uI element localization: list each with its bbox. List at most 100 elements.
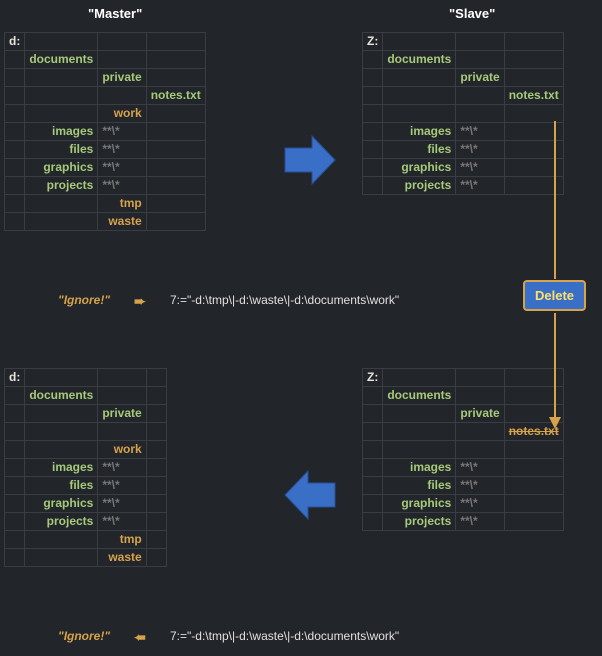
sub-cell: private bbox=[456, 69, 504, 87]
folder-cell: files bbox=[25, 477, 98, 495]
arrow-left-icon bbox=[280, 465, 340, 525]
folder-cell bbox=[383, 87, 456, 105]
file-cell bbox=[146, 159, 205, 177]
file-cell: notes.txt bbox=[146, 87, 205, 105]
file-cell bbox=[504, 105, 563, 123]
folder-cell bbox=[25, 105, 98, 123]
tree-slave-top: Z:documentsprivatenotes.txtimages**\*fil… bbox=[362, 32, 564, 195]
file-cell bbox=[504, 495, 563, 513]
file-cell bbox=[146, 495, 166, 513]
folder-cell bbox=[383, 441, 456, 459]
file-cell bbox=[146, 141, 205, 159]
folder-cell bbox=[383, 105, 456, 123]
file-cell bbox=[504, 51, 563, 69]
folder-cell: graphics bbox=[383, 159, 456, 177]
folder-cell bbox=[25, 213, 98, 231]
master-header: "Master" bbox=[88, 6, 142, 21]
folder-cell: projects bbox=[383, 513, 456, 531]
sub-cell: work bbox=[98, 105, 146, 123]
file-cell bbox=[504, 477, 563, 495]
file-cell bbox=[504, 441, 563, 459]
folder-cell: documents bbox=[25, 387, 98, 405]
folder-cell bbox=[25, 549, 98, 567]
folder-cell bbox=[383, 423, 456, 441]
file-cell bbox=[146, 177, 205, 195]
folder-cell bbox=[25, 405, 98, 423]
sub-cell: waste bbox=[98, 213, 146, 231]
ignore-label-1: "Ignore!" bbox=[58, 293, 110, 307]
sub-cell: work bbox=[98, 441, 146, 459]
sub-cell: **\* bbox=[98, 123, 146, 141]
folder-cell bbox=[25, 69, 98, 87]
folder-cell bbox=[25, 531, 98, 549]
drive-cell: d: bbox=[5, 33, 25, 51]
folder-cell: graphics bbox=[25, 159, 98, 177]
sub-cell bbox=[98, 51, 146, 69]
file-cell bbox=[146, 405, 166, 423]
file-cell bbox=[146, 423, 166, 441]
drive-cell: Z: bbox=[363, 33, 383, 51]
file-cell bbox=[504, 513, 563, 531]
arrow-down-bot-icon bbox=[548, 313, 562, 431]
sub-cell: **\* bbox=[98, 495, 146, 513]
ignore-rule-2: 7:="-d:\tmp\|-d:\waste\|-d:\documents\wo… bbox=[170, 629, 399, 643]
ignore-arrow-2-icon: ➨ bbox=[134, 629, 146, 646]
sub-cell: private bbox=[98, 405, 146, 423]
delete-button[interactable]: Delete bbox=[523, 280, 586, 311]
sub-cell: private bbox=[456, 405, 504, 423]
sub-cell: **\* bbox=[456, 159, 504, 177]
sub-cell: waste bbox=[98, 549, 146, 567]
file-cell bbox=[146, 477, 166, 495]
sub-cell: private bbox=[98, 69, 146, 87]
sub-cell: **\* bbox=[456, 513, 504, 531]
folder-cell: images bbox=[383, 123, 456, 141]
folder-cell: projects bbox=[25, 177, 98, 195]
ignore-label-2: "Ignore!" bbox=[58, 629, 110, 643]
tree-slave-bot: Z:documentsprivatenotes.txtimages**\*fil… bbox=[362, 368, 564, 531]
sub-cell bbox=[456, 423, 504, 441]
sub-cell: **\* bbox=[98, 513, 146, 531]
sub-cell: tmp bbox=[98, 195, 146, 213]
sub-cell: **\* bbox=[456, 477, 504, 495]
ignore-arrow-1-icon: ➨ bbox=[134, 293, 146, 310]
sub-cell bbox=[98, 423, 146, 441]
file-cell bbox=[146, 513, 166, 531]
folder-cell: documents bbox=[25, 51, 98, 69]
file-cell bbox=[146, 459, 166, 477]
sub-cell: **\* bbox=[456, 495, 504, 513]
sub-cell: **\* bbox=[98, 159, 146, 177]
sub-cell bbox=[456, 105, 504, 123]
folder-cell bbox=[25, 195, 98, 213]
file-cell bbox=[146, 195, 205, 213]
folder-cell: graphics bbox=[25, 495, 98, 513]
folder-cell bbox=[25, 87, 98, 105]
sub-cell: **\* bbox=[456, 141, 504, 159]
arrow-right-icon bbox=[280, 130, 340, 190]
tree-master-top: d:documentsprivatenotes.txtworkimages**\… bbox=[4, 32, 206, 231]
sub-cell bbox=[456, 51, 504, 69]
folder-cell: files bbox=[383, 477, 456, 495]
folder-cell: images bbox=[383, 459, 456, 477]
sub-cell bbox=[456, 87, 504, 105]
drive-cell: d: bbox=[5, 369, 25, 387]
folder-cell: documents bbox=[383, 387, 456, 405]
sub-cell: **\* bbox=[456, 123, 504, 141]
file-cell bbox=[504, 69, 563, 87]
file-cell bbox=[146, 549, 166, 567]
file-cell bbox=[504, 459, 563, 477]
file-cell bbox=[146, 441, 166, 459]
folder-cell bbox=[25, 441, 98, 459]
folder-cell: files bbox=[383, 141, 456, 159]
sub-cell: **\* bbox=[98, 177, 146, 195]
folder-cell bbox=[383, 69, 456, 87]
folder-cell bbox=[383, 405, 456, 423]
sub-cell: **\* bbox=[456, 459, 504, 477]
sub-cell: tmp bbox=[98, 531, 146, 549]
sub-cell bbox=[98, 87, 146, 105]
arrow-down-top-icon bbox=[548, 121, 562, 281]
ignore-rule-1: 7:="-d:\tmp\|-d:\waste\|-d:\documents\wo… bbox=[170, 293, 399, 307]
drive-cell: Z: bbox=[363, 369, 383, 387]
sub-cell: **\* bbox=[98, 459, 146, 477]
file-cell bbox=[146, 69, 205, 87]
sub-cell bbox=[456, 387, 504, 405]
